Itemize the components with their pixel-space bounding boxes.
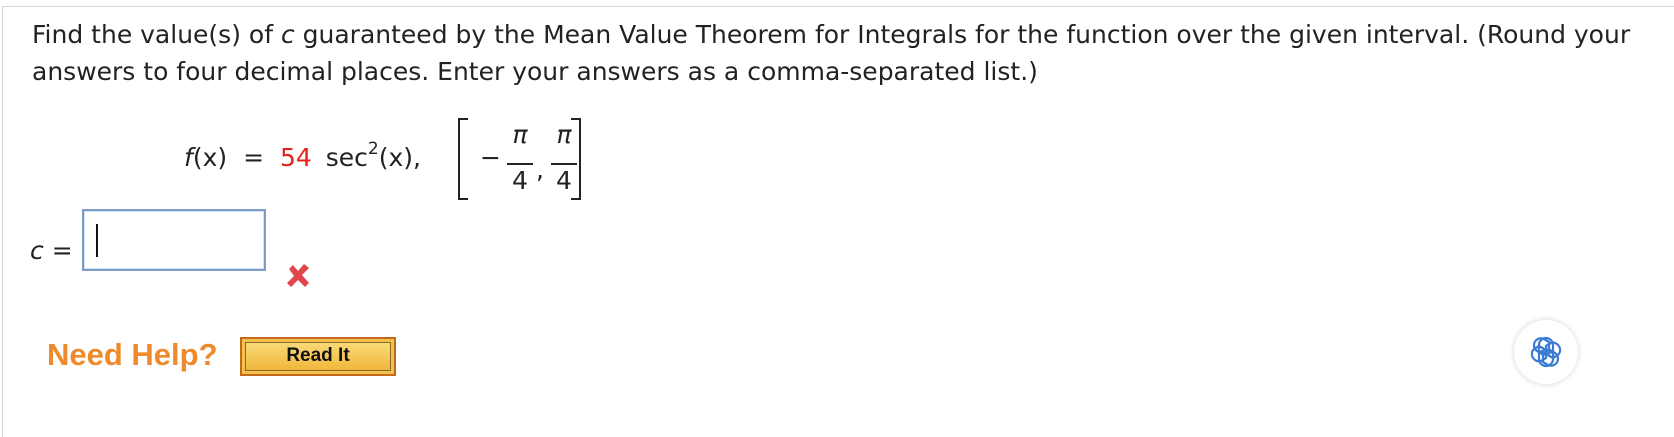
- answer-equals: =: [43, 236, 73, 265]
- interval: − π 4 , π 4: [458, 114, 618, 204]
- function-argument: (x): [192, 143, 228, 172]
- need-help-label: Need Help?: [47, 337, 218, 372]
- right-bracket: [571, 118, 581, 200]
- function-coefficient: 54: [279, 143, 312, 172]
- assistant-button[interactable]: [1514, 320, 1578, 384]
- answer-input[interactable]: [82, 209, 266, 271]
- assistant-logo-icon: [1530, 336, 1562, 368]
- fraction-numerator: π: [512, 120, 528, 149]
- read-it-button[interactable]: Read It: [240, 337, 396, 376]
- interval-comma: ,: [536, 155, 544, 184]
- question-variable: c: [280, 20, 295, 49]
- left-bracket: [458, 118, 468, 200]
- minus-sign: −: [480, 143, 501, 172]
- sec-function: sec: [325, 143, 368, 172]
- question-text: Find the value(s) of c guaranteed by the…: [32, 16, 1662, 90]
- equals-sign: =: [243, 143, 265, 172]
- function-name: f: [184, 143, 193, 172]
- question-text-part: Find the value(s) of: [32, 20, 281, 49]
- read-it-label: Read It: [245, 342, 391, 371]
- fraction-bar: [507, 163, 533, 165]
- function-expression: f(x) = 54 sec2(x),: [184, 139, 421, 172]
- fraction-denominator: 4: [512, 166, 528, 195]
- answer-label: c =: [30, 236, 73, 265]
- text-caret: [96, 224, 98, 257]
- answer-variable: c: [30, 236, 44, 265]
- sec-argument: (x),: [378, 143, 421, 172]
- x-mark-icon: [287, 264, 309, 287]
- function-power: 2: [367, 139, 379, 159]
